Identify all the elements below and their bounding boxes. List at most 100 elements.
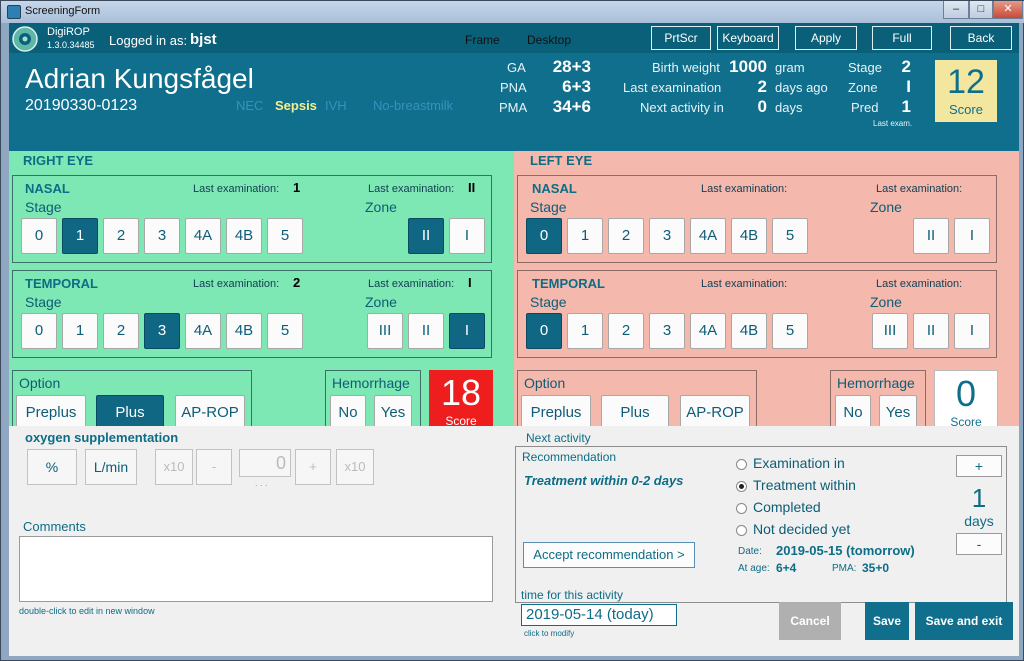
right-temporal-stage-label: Stage (25, 294, 62, 310)
right-nasal-last-exam-stage-label: Last examination: (193, 183, 280, 195)
birth-weight-label: Birth weight (652, 60, 720, 75)
digirop-logo-icon (12, 26, 38, 52)
full-button[interactable]: Full (872, 26, 932, 50)
save-button[interactable]: Save (865, 602, 909, 640)
right-temporal-zone-ii[interactable]: II (408, 313, 444, 349)
right-eye-panel: RIGHT EYE NASAL Last examination: 1 Last… (9, 151, 514, 440)
pna-label: PNA (500, 80, 527, 95)
date-label: Date: (738, 546, 762, 557)
radio-not-decided[interactable] (736, 525, 747, 536)
breastmilk-flag[interactable]: No-breastmilk (373, 98, 453, 113)
radio-completed[interactable] (736, 503, 747, 514)
oxygen-value-field[interactable]: 0 (239, 449, 291, 477)
right-temporal-stage-5[interactable]: 5 (267, 313, 303, 349)
right-nasal-last-exam-zone-label: Last examination: (368, 183, 455, 195)
left-temporal-stage-3[interactable]: 3 (649, 313, 685, 349)
right-nasal-stage-3[interactable]: 3 (144, 218, 180, 254)
right-nasal-stage-4b[interactable]: 4B (226, 218, 262, 254)
ga-label: GA (507, 60, 526, 75)
right-temporal-stage-4a[interactable]: 4A (185, 313, 221, 349)
left-nasal-stage-0[interactable]: 0 (526, 218, 562, 254)
next-activity-unit: days (775, 100, 803, 115)
ivh-flag[interactable]: IVH (325, 98, 347, 113)
right-temporal-stage-2[interactable]: 2 (103, 313, 139, 349)
left-eye-title: LEFT EYE (530, 153, 593, 168)
oxygen-x10-decrease-button[interactable]: x10 (155, 449, 193, 485)
left-temporal-stage-0[interactable]: 0 (526, 313, 562, 349)
right-hemorrhage-title: Hemorrhage (332, 375, 410, 391)
left-nasal-stage-4b[interactable]: 4B (731, 218, 767, 254)
days-plus-button[interactable]: + (956, 455, 1002, 477)
right-temporal-last-zone: I (468, 275, 472, 290)
right-nasal-stage-2[interactable]: 2 (103, 218, 139, 254)
minimize-button[interactable]: – (943, 1, 969, 19)
close-window-button[interactable]: ✕ (993, 1, 1023, 19)
accept-recommendation-button[interactable]: Accept recommendation > (523, 542, 695, 568)
radio-examination-in[interactable] (736, 459, 747, 470)
sepsis-flag[interactable]: Sepsis (275, 98, 317, 113)
option-treatment-within[interactable]: Treatment within (753, 477, 856, 493)
left-temporal-stage-1[interactable]: 1 (567, 313, 603, 349)
apply-button[interactable]: Apply (795, 26, 857, 50)
desktop-label: Desktop (527, 33, 572, 47)
right-temporal-stage-0[interactable]: 0 (21, 313, 57, 349)
oxygen-minus-button[interactable]: - (196, 449, 232, 485)
back-button[interactable]: Back (950, 26, 1012, 50)
left-nasal-stage-4a[interactable]: 4A (690, 218, 726, 254)
next-activity-box: Recommendation Treatment within 0-2 days… (515, 446, 1007, 603)
oxygen-percent-button[interactable]: % (27, 449, 77, 485)
radio-treatment-within[interactable] (736, 481, 747, 492)
oxygen-lmin-button[interactable]: L/min (85, 449, 137, 485)
left-temporal-zone-ii[interactable]: II (913, 313, 949, 349)
left-nasal-stage-5[interactable]: 5 (772, 218, 808, 254)
right-nasal-stage-5[interactable]: 5 (267, 218, 303, 254)
save-and-exit-button[interactable]: Save and exit (915, 602, 1013, 640)
keyboard-button[interactable]: Keyboard (717, 26, 779, 50)
oxygen-dots: . . . (255, 478, 268, 488)
pma-next-label: PMA: (832, 563, 857, 574)
right-temporal-zone-iii[interactable]: III (367, 313, 403, 349)
left-temporal-last-exam-stage-label: Last examination: (701, 278, 788, 290)
right-nasal-zone-i[interactable]: I (449, 218, 485, 254)
cancel-button[interactable]: Cancel (779, 602, 841, 640)
left-temporal-stage-4a[interactable]: 4A (690, 313, 726, 349)
right-nasal-stage-1[interactable]: 1 (62, 218, 98, 254)
option-not-decided[interactable]: Not decided yet (753, 521, 850, 537)
right-temporal-stage-4b[interactable]: 4B (226, 313, 262, 349)
left-temporal-stage-2[interactable]: 2 (608, 313, 644, 349)
prtscr-button[interactable]: PrtScr (651, 26, 711, 50)
right-temporal-zone-i[interactable]: I (449, 313, 485, 349)
nec-flag[interactable]: NEC (236, 98, 263, 113)
option-examination-in[interactable]: Examination in (753, 455, 845, 471)
left-nasal-zone-ii[interactable]: II (913, 218, 949, 254)
time-activity-field[interactable]: 2019-05-14 (today) (521, 604, 677, 626)
left-eye-panel: LEFT EYE NASAL Last examination: Last ex… (514, 151, 1019, 440)
recommendation-text: Treatment within 0-2 days (524, 473, 684, 488)
left-nasal-stage-1[interactable]: 1 (567, 218, 603, 254)
right-temporal-stage-3[interactable]: 3 (144, 313, 180, 349)
left-nasal-stage-2[interactable]: 2 (608, 218, 644, 254)
pna-value: 6+3 (562, 77, 591, 96)
left-temporal-zone-i[interactable]: I (954, 313, 990, 349)
option-completed[interactable]: Completed (753, 499, 821, 515)
right-temporal-stage-1[interactable]: 1 (62, 313, 98, 349)
right-nasal-zone-ii[interactable]: II (408, 218, 444, 254)
left-nasal-stage-3[interactable]: 3 (649, 218, 685, 254)
next-activity-label: Next activity in (640, 100, 724, 115)
left-nasal-zone-i[interactable]: I (954, 218, 990, 254)
left-temporal-stage-4b[interactable]: 4B (731, 313, 767, 349)
right-option-title: Option (19, 375, 61, 391)
app-name: DigiROP (47, 26, 90, 38)
oxygen-x10-increase-button[interactable]: x10 (336, 449, 374, 485)
comments-hint: double-click to edit in new window (19, 606, 155, 616)
comments-field[interactable] (19, 536, 493, 602)
left-temporal-stage-5[interactable]: 5 (772, 313, 808, 349)
days-value: 1 (971, 483, 987, 513)
oxygen-plus-button[interactable]: + (295, 449, 331, 485)
maximize-button[interactable]: □ (969, 1, 993, 19)
left-temporal-zone-iii[interactable]: III (872, 313, 908, 349)
right-nasal-stage-0[interactable]: 0 (21, 218, 57, 254)
days-minus-button[interactable]: - (956, 533, 1002, 555)
right-nasal-stage-4a[interactable]: 4A (185, 218, 221, 254)
right-temporal-last-exam-zone-label: Last examination: (368, 278, 455, 290)
